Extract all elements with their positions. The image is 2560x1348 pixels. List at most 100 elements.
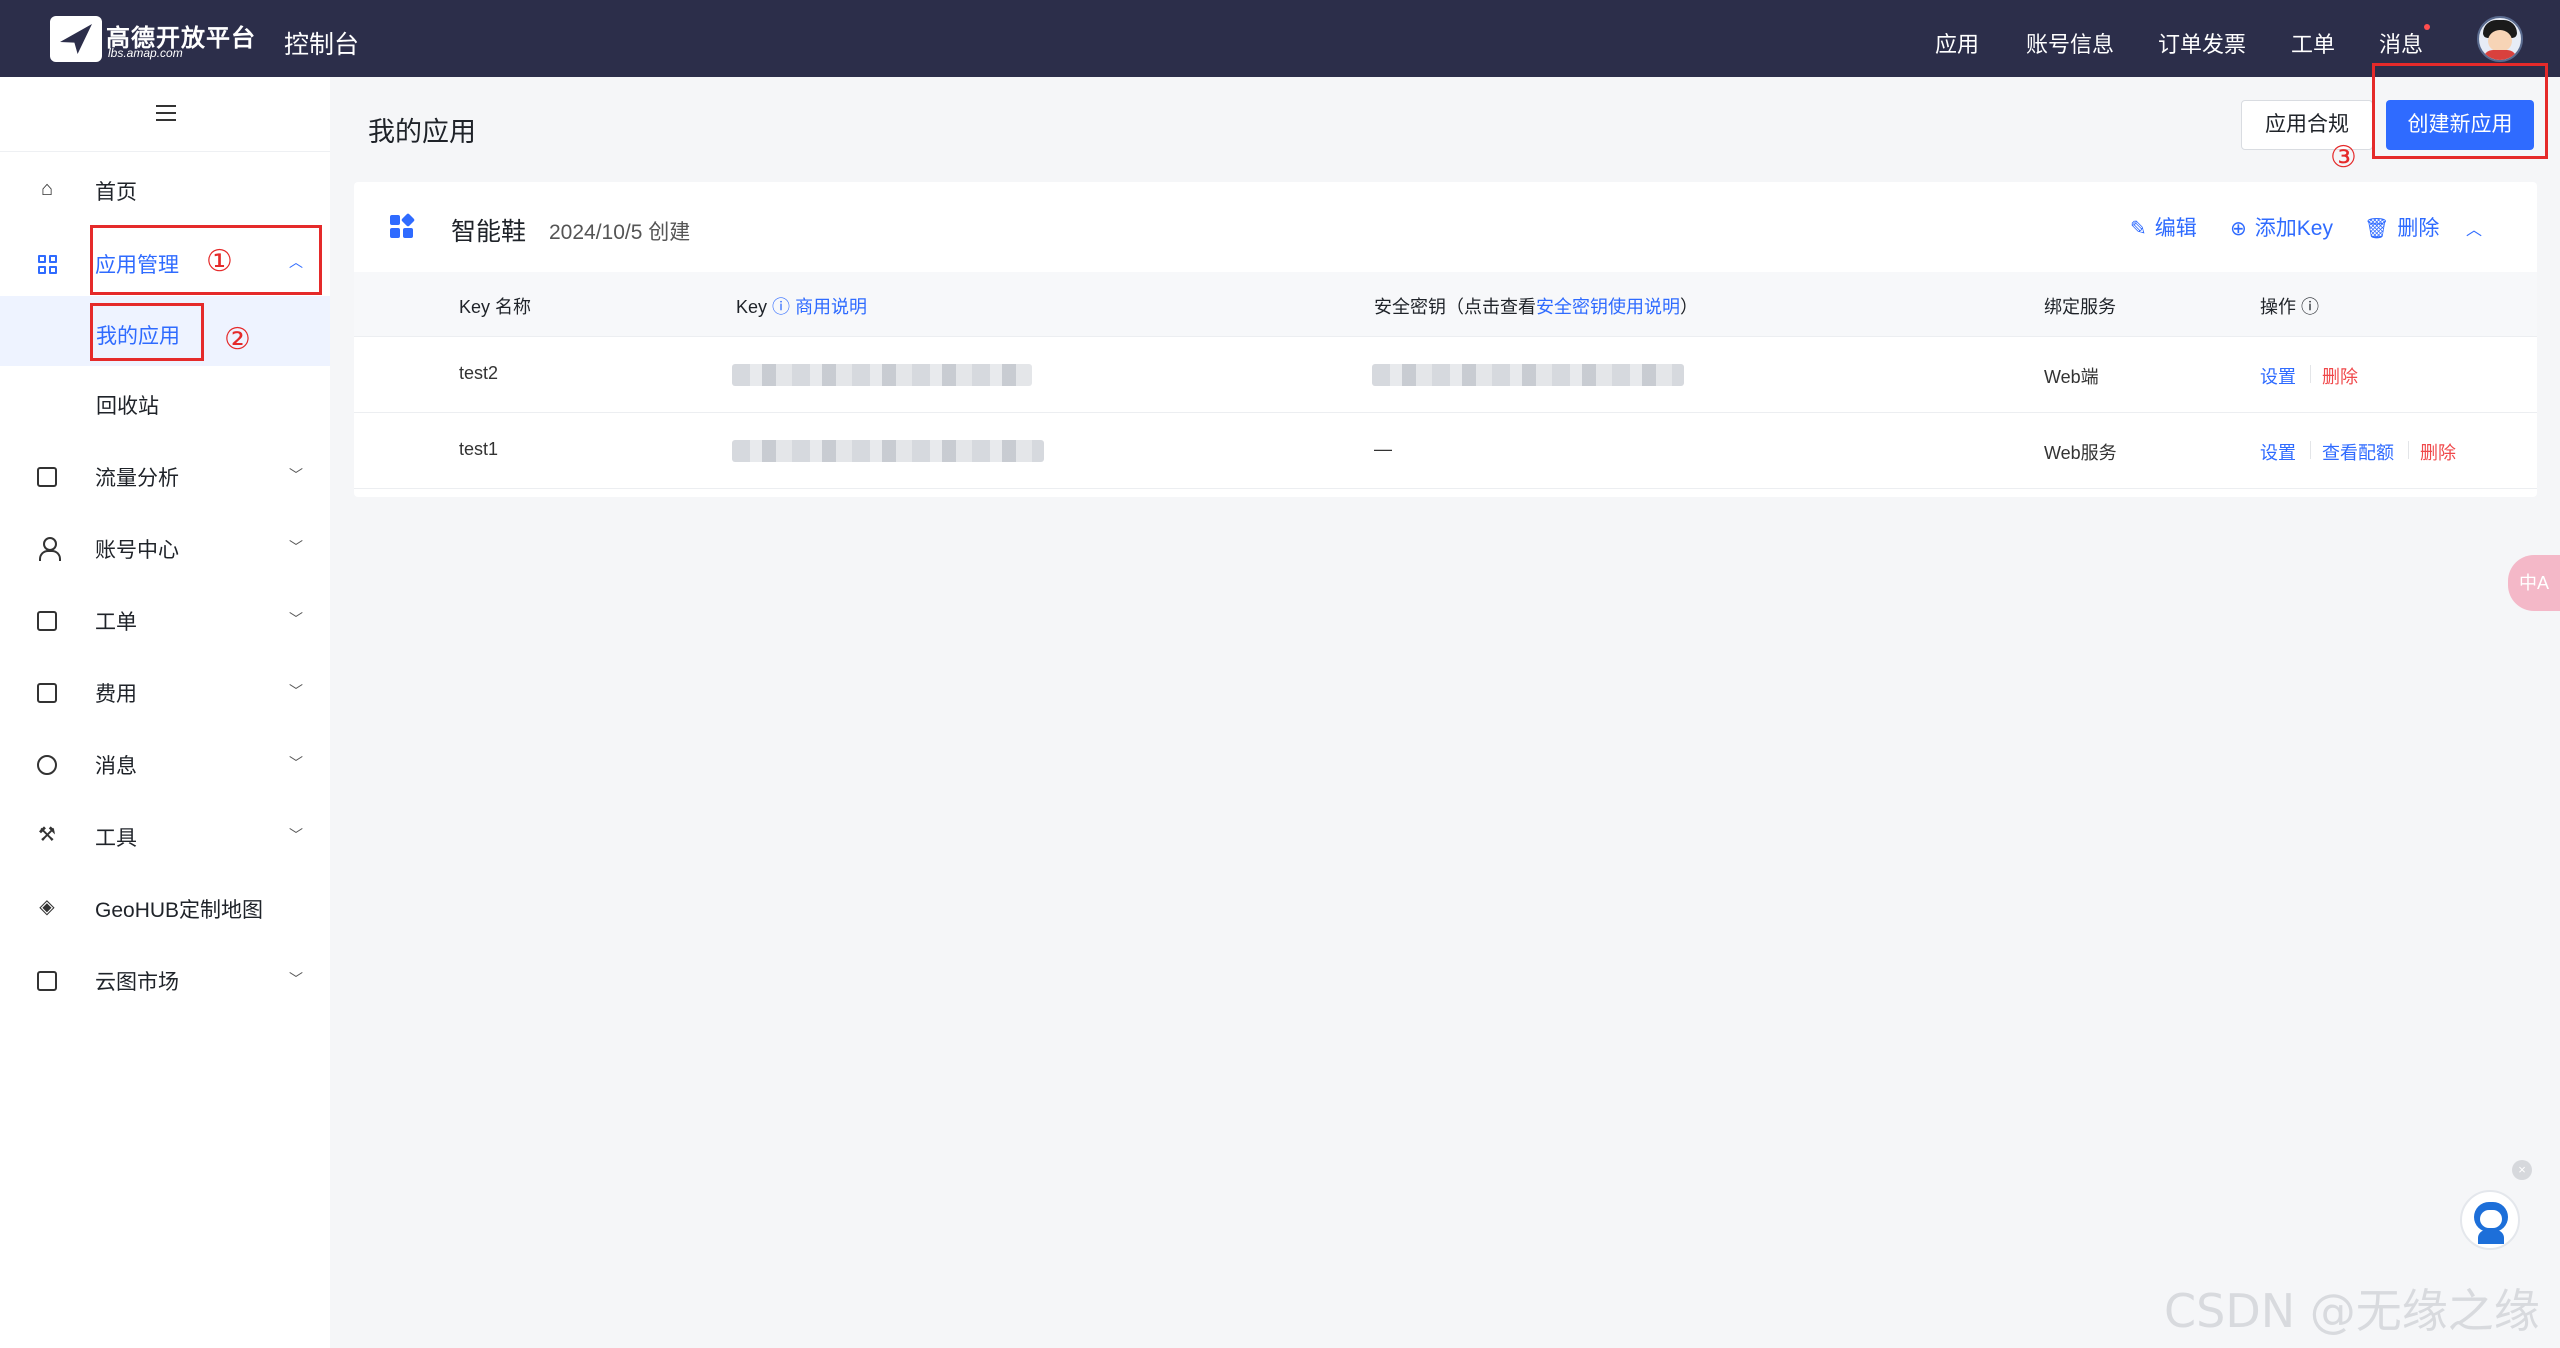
table-row: test1 — Web服务 设置 查看配额 删除 — [354, 413, 2537, 489]
sidebar-item-billing[interactable]: 费用 ﹀ — [0, 659, 330, 723]
logo-subtitle: lbs.amap.com — [108, 46, 183, 60]
topnav-tickets[interactable]: 工单 — [2291, 27, 2335, 59]
secret-cell: — — [1374, 439, 1392, 459]
edit-label: 编辑 — [2154, 217, 2197, 240]
key-settings-link[interactable]: 设置 — [2260, 439, 2296, 465]
sidebar-item-label: GeoHUB定制地图 — [95, 899, 264, 922]
menu-collapse-icon[interactable] — [156, 105, 176, 121]
avatar[interactable] — [2477, 16, 2523, 62]
app-name: 智能鞋 — [451, 218, 527, 246]
close-icon[interactable]: × — [2512, 1160, 2532, 1180]
secret-help-link[interactable]: 安全密钥使用说明 — [1536, 297, 1680, 317]
chevron-down-icon: ﹀ — [289, 467, 303, 483]
sidebar-item-label: 回收站 — [96, 395, 159, 418]
key-name-cell: test1 — [459, 439, 499, 459]
grid-icon — [38, 255, 58, 275]
edit-icon: ✎ — [2130, 218, 2147, 240]
col-key: Key ⓘ 商用说明 — [736, 293, 867, 319]
annotation-number: ② — [224, 323, 251, 356]
sidebar-item-label: 账号中心 — [95, 539, 179, 562]
app-grid-icon — [390, 212, 416, 239]
table-row: test2 Web端 设置 删除 — [354, 337, 2537, 413]
chevron-down-icon: ﹀ — [289, 539, 303, 555]
sidebar-divider — [0, 151, 330, 152]
watermark: CSDN @无缘之缘 — [2164, 1284, 2540, 1338]
chevron-up-icon[interactable]: ︿ — [2466, 216, 2482, 240]
sidebar-item-cloud-market[interactable]: 云图市场 ﹀ — [0, 947, 330, 1011]
user-icon — [38, 537, 61, 561]
home-icon: ⌂ — [40, 178, 54, 200]
layers-icon: ◈ — [39, 896, 55, 918]
sidebar-item-geohub[interactable]: ◈ GeoHUB定制地图 — [0, 875, 330, 939]
sidebar-item-account-center[interactable]: 账号中心 ﹀ — [0, 515, 330, 579]
sidebar-item-label: 流量分析 — [95, 467, 179, 490]
chevron-down-icon: ﹀ — [289, 755, 303, 771]
annotation-number: ③ — [2330, 141, 2357, 174]
sidebar-item-tools[interactable]: ⚒ 工具 ﹀ — [0, 803, 330, 867]
col-service: 绑定服务 — [2044, 297, 2116, 317]
sidebar-item-label: 工具 — [95, 827, 137, 850]
sidebar-item-traffic-analysis[interactable]: 流量分析 ﹀ — [0, 443, 330, 507]
annotation-box-create-app — [2372, 63, 2548, 159]
app-card: 智能鞋 2024/10/5 创建 ✎ 编辑 ⊕ 添加Key 🗑 删除 ︿ Key 名称… — [354, 182, 2537, 497]
col-secret-label: 安全密钥（点击查看 — [1374, 297, 1536, 317]
info-icon: ⓘ — [2301, 297, 2320, 317]
annotation-box-my-apps — [90, 303, 204, 361]
sidebar-item-home[interactable]: ⌂ 首页 — [0, 157, 330, 221]
app-created-date: 2024/10/5 创建 — [549, 221, 691, 244]
support-bot-icon[interactable] — [2460, 1190, 2520, 1250]
col-key-label: Key — [736, 297, 768, 317]
sidebar-item-label: 工单 — [95, 611, 137, 634]
key-settings-link[interactable]: 设置 — [2260, 363, 2296, 389]
edit-app-button[interactable]: ✎ 编辑 — [2130, 212, 2197, 242]
op-divider — [2408, 441, 2409, 459]
sidebar-subitem-recycle-bin[interactable]: 回收站 — [0, 366, 330, 436]
sidebar-item-label: 云图市场 — [95, 971, 179, 994]
op-divider — [2310, 365, 2311, 383]
top-bar: 高德开放平台 lbs.amap.com 控制台 应用 账号信息 订单发票 工单 … — [0, 0, 2560, 77]
key-name-cell: test2 — [459, 363, 499, 383]
translate-icon[interactable]: 中A — [2508, 555, 2560, 611]
sidebar-item-label: 消息 — [95, 755, 137, 778]
topnav-messages[interactable]: 消息 — [2379, 27, 2423, 59]
keys-table-header: Key 名称 Key ⓘ 商用说明 安全密钥（点击查看安全密钥使用说明） 绑定服… — [354, 272, 2537, 337]
col-ops: 操作 ⓘ — [2260, 293, 2319, 319]
key-delete-link[interactable]: 删除 — [2420, 439, 2456, 465]
col-key-name: Key 名称 — [459, 297, 532, 317]
topnav-invoices[interactable]: 订单发票 — [2158, 27, 2246, 59]
plus-circle-icon: ⊕ — [2230, 218, 2247, 240]
col-secret: 安全密钥（点击查看安全密钥使用说明） — [1374, 293, 1698, 319]
add-key-label: 添加Key — [2254, 217, 2333, 240]
question-circle-icon: ⓘ — [772, 297, 791, 317]
chart-icon — [37, 467, 57, 487]
op-divider — [2310, 441, 2311, 459]
ticket-icon — [37, 611, 57, 631]
chevron-down-icon: ﹀ — [289, 611, 303, 627]
view-quota-link[interactable]: 查看配额 — [2322, 439, 2394, 465]
chevron-down-icon: ﹀ — [289, 827, 303, 843]
delete-app-button[interactable]: 🗑 删除 — [2364, 212, 2439, 242]
unread-dot — [2424, 24, 2430, 30]
col-secret-suffix: ） — [1680, 297, 1698, 317]
add-key-button[interactable]: ⊕ 添加Key — [2230, 212, 2333, 242]
amap-logo-icon[interactable] — [50, 16, 102, 62]
topnav-account[interactable]: 账号信息 — [2026, 27, 2114, 59]
sidebar-item-messages[interactable]: 消息 ﹀ — [0, 731, 330, 795]
secret-value-redacted[interactable] — [1372, 364, 1684, 386]
key-delete-link[interactable]: 删除 — [2322, 363, 2358, 389]
key-value-redacted[interactable] — [732, 440, 1044, 462]
key-value-redacted[interactable] — [732, 364, 1032, 386]
trash-icon: 🗑 — [2364, 218, 2390, 240]
sidebar-item-tickets[interactable]: 工单 ﹀ — [0, 587, 330, 651]
wrench-icon: ⚒ — [38, 824, 56, 846]
store-icon — [37, 971, 57, 991]
service-cell: Web服务 — [2044, 443, 2117, 463]
chevron-down-icon: ﹀ — [289, 683, 303, 699]
page-title: 我的应用 — [368, 117, 476, 147]
annotation-number: ① — [206, 245, 233, 278]
console-title: 控制台 — [284, 31, 360, 59]
yen-icon — [37, 683, 57, 703]
commercial-help-link[interactable]: 商用说明 — [795, 297, 867, 317]
col-ops-label: 操作 — [2260, 297, 2296, 317]
topnav-apps[interactable]: 应用 — [1935, 27, 1979, 59]
